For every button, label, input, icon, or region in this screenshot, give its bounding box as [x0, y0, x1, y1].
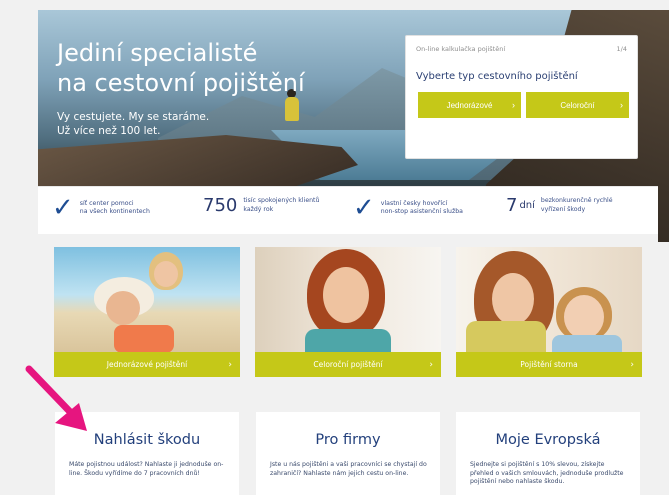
hero-title-line1: Jediní specialisté	[57, 39, 258, 67]
product-card-single[interactable]: Jednorázové pojištění ›	[54, 247, 240, 377]
page: Jediní specialisté na cestovní pojištění…	[0, 0, 669, 495]
photo-detail	[323, 267, 369, 323]
benefit-text-line: na všech kontinentech	[79, 208, 150, 215]
mother-child-image	[456, 247, 642, 353]
info-card-title[interactable]: Pro firmy	[256, 432, 440, 448]
calculator-header: On-line kalkulačka pojištění 1/4	[416, 45, 627, 53]
photo-detail	[106, 291, 140, 325]
info-card-text: Jste u nás pojištěni a vaši pracovníci s…	[270, 461, 427, 477]
calculator-title: On-line kalkulačka pojištění	[416, 45, 506, 53]
info-card-my-account[interactable]: Moje Evropská Sjednejte si pojištění s 1…	[456, 412, 640, 495]
photo-detail	[552, 335, 622, 353]
chevron-right-icon: ›	[429, 359, 433, 370]
product-cards: Jednorázové pojištění › Celoroční pojišt…	[38, 234, 658, 384]
benefit-number: 750	[203, 195, 238, 216]
calculator-box: On-line kalkulačka pojištění 1/4 Vyberte…	[405, 35, 638, 159]
benefit-text-line: síť center pomoci	[79, 199, 134, 207]
chevron-right-icon: ›	[512, 100, 515, 110]
benefit-item: ✓ vlastní česky hovořící non-stop asiste…	[353, 195, 491, 221]
benefit-text: bezkonkurenčně rychlé vyřízení škody	[541, 197, 651, 214]
check-icon: ✓	[52, 193, 74, 223]
product-label: Jednorázové pojištění	[106, 360, 188, 369]
product-label: Pojištění storna	[520, 360, 578, 369]
calculator-step: 1/4	[616, 45, 627, 53]
traveler-figure	[285, 97, 299, 121]
chevron-right-icon: ›	[630, 359, 634, 370]
beach-family-image	[54, 247, 240, 353]
product-card-cancellation[interactable]: Pojištění storna ›	[456, 247, 642, 377]
benefit-text-line: tisíc spokojených klientů	[243, 197, 320, 204]
hero-subtitle-line1: Vy cestujete. My se staráme.	[57, 111, 210, 123]
benefit-text-line: vyřízení škody	[540, 205, 586, 213]
info-card-title[interactable]: Moje Evropská	[456, 432, 640, 448]
photo-detail	[466, 321, 546, 353]
benefits-strip: ✓ síť center pomoci na všech kontinentec…	[38, 186, 658, 234]
annotation-arrow-icon	[25, 365, 87, 431]
product-label: Celoroční pojištění	[313, 360, 383, 369]
photo-detail	[114, 325, 174, 353]
benefit-item: ✓ síť center pomoci na všech kontinentec…	[52, 195, 190, 221]
benefit-unit: dní	[519, 200, 535, 211]
benefit-text: tisíc spokojených klientů každý rok	[243, 197, 353, 214]
benefit-text-line: každý rok	[243, 205, 274, 213]
benefit-item: 750 tisíc spokojených klientů každý rok	[203, 195, 353, 216]
info-card-text: Sjednejte si pojištění s 10% slevou, zís…	[470, 461, 624, 485]
hero-subtitle-line2: Už více než 100 let.	[57, 125, 161, 137]
benefit-text-line: vlastní česky hovořící	[380, 199, 448, 207]
photo-detail	[564, 295, 604, 339]
benefit-item: 7 dní bezkonkurenčně rychlé vyřízení ško…	[506, 195, 651, 216]
hero-title-line2: na cestovní pojištění	[57, 69, 305, 97]
product-bar[interactable]: Pojištění storna ›	[456, 352, 642, 377]
photo-detail	[154, 261, 178, 287]
woman-portrait-image	[255, 247, 441, 353]
info-card-business[interactable]: Pro firmy Jste u nás pojištěni a vaši pr…	[256, 412, 440, 495]
annual-label: Celoroční	[560, 100, 595, 110]
product-bar[interactable]: Celoroční pojištění ›	[255, 352, 441, 377]
annual-button[interactable]: Celoroční ›	[526, 92, 629, 118]
benefit-number: 7	[506, 195, 518, 216]
hero-subtitle: Vy cestujete. My se staráme. Už více než…	[57, 110, 257, 138]
benefit-text: vlastní česky hovořící non-stop asistenč…	[381, 200, 491, 217]
benefit-text-line: non-stop asistenční služba	[380, 208, 463, 215]
benefit-text-line: bezkonkurenčně rychlé	[540, 197, 613, 204]
benefit-text: síť center pomoci na všech kontinentech	[80, 200, 190, 217]
chevron-right-icon: ›	[228, 359, 232, 370]
chevron-right-icon: ›	[620, 100, 623, 110]
photo-detail	[305, 329, 391, 353]
check-icon: ✓	[353, 193, 375, 223]
hero-title: Jediní specialisté na cestovní pojištění	[57, 38, 337, 98]
photo-detail	[492, 273, 534, 325]
single-trip-button[interactable]: Jednorázové ›	[418, 92, 521, 118]
info-card-text: Máte pojistnou událost? Nahlaste ji jedn…	[69, 461, 224, 477]
single-trip-label: Jednorázové	[446, 100, 493, 110]
calculator-question: Vyberte typ cestovního pojištění	[416, 71, 578, 82]
product-card-annual[interactable]: Celoroční pojištění ›	[255, 247, 441, 377]
